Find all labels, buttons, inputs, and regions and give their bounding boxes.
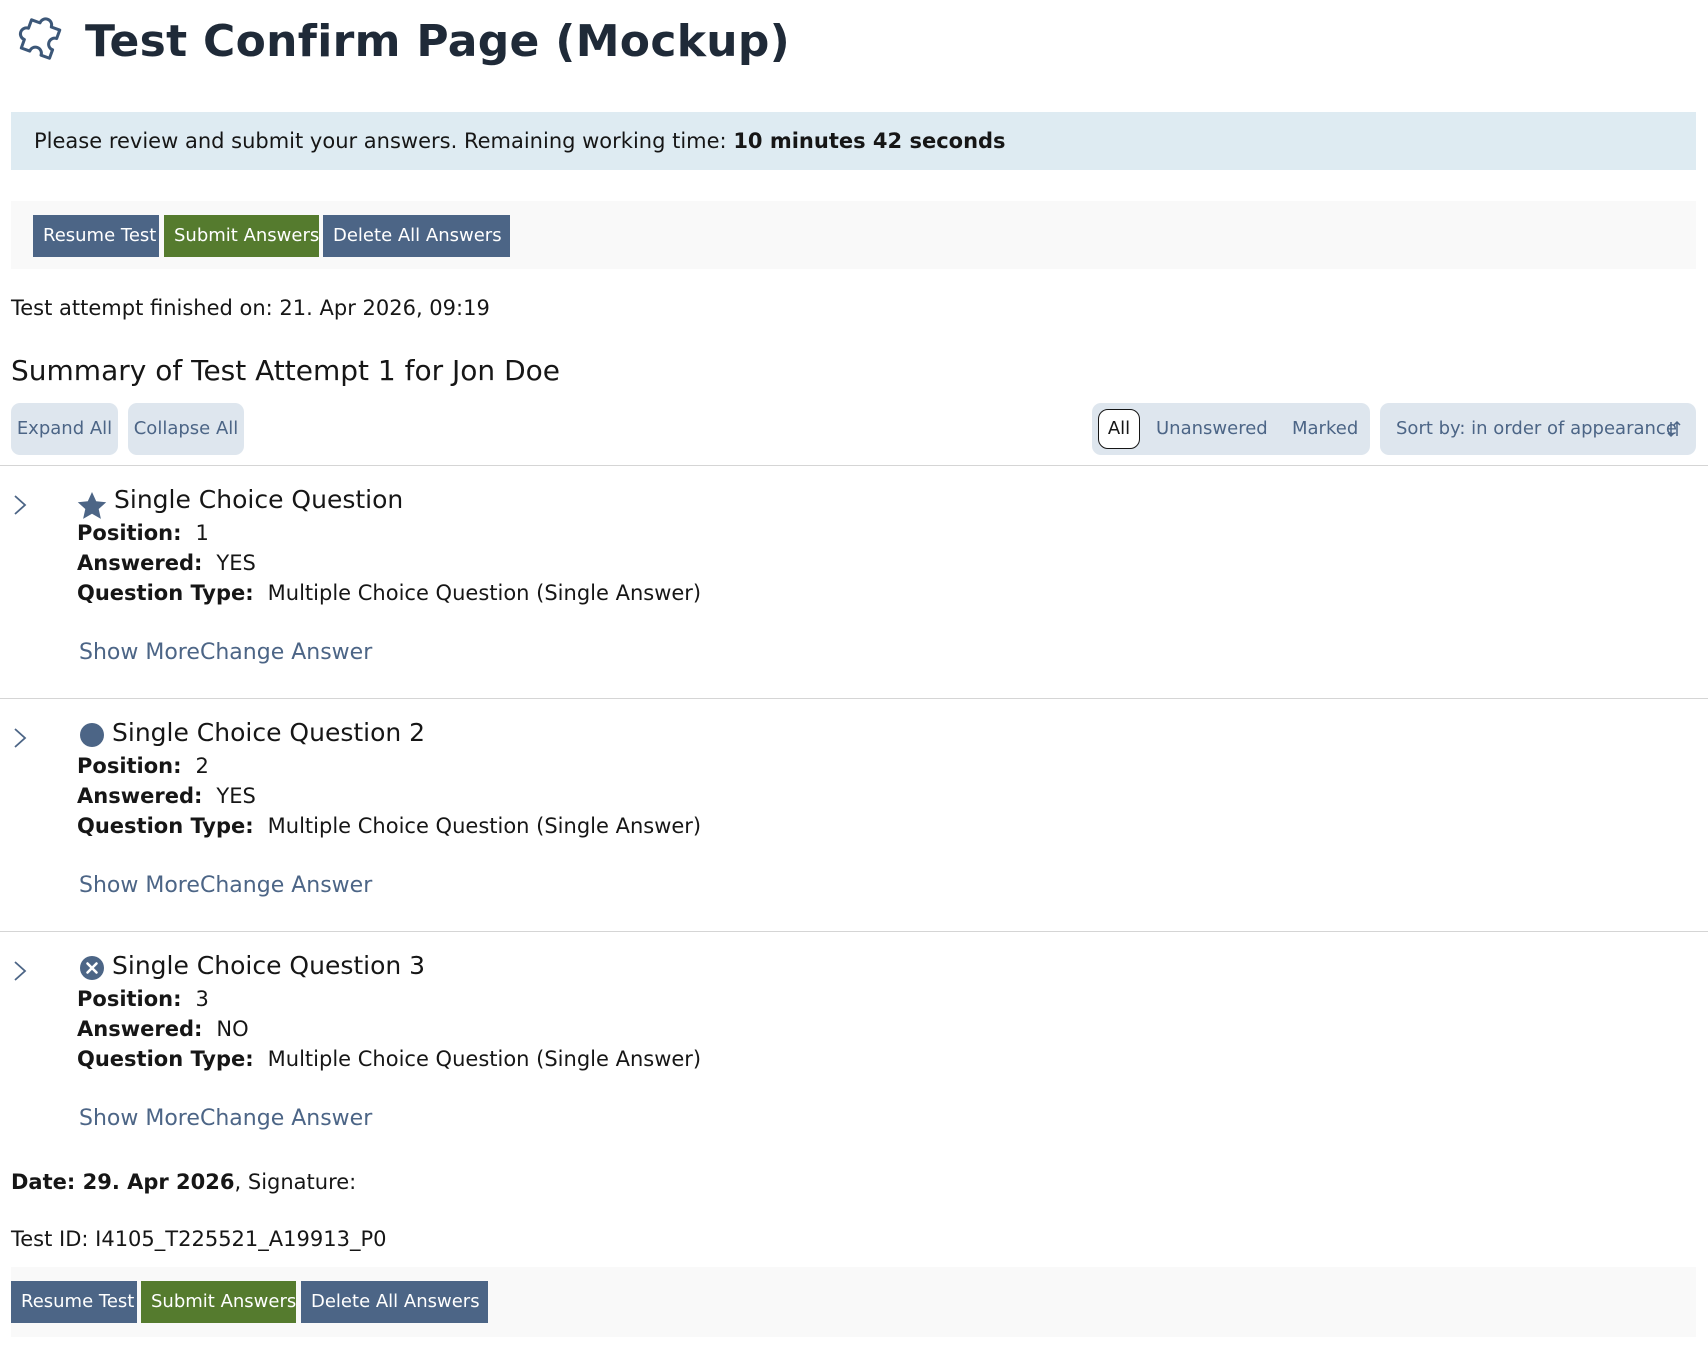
question-type-row: Question Type: Multiple Choice Question (…	[77, 581, 701, 605]
delete-all-answers-button[interactable]: Delete All Answers	[323, 215, 510, 257]
question-type-label: Question Type:	[77, 1047, 254, 1071]
filter-all[interactable]: All	[1098, 409, 1140, 449]
show-more-link[interactable]: Show More	[79, 1106, 200, 1131]
change-answer-link[interactable]: Change Answer	[200, 1106, 372, 1131]
question-title[interactable]: Single Choice Question 2	[112, 718, 425, 747]
change-answer-link[interactable]: Change Answer	[200, 640, 372, 665]
change-answer-link[interactable]: Change Answer	[200, 873, 372, 898]
info-text: Please review and submit your answers. R…	[34, 129, 1006, 153]
question-type-value: Multiple Choice Question (Single Answer)	[267, 581, 702, 605]
question-type-value: Multiple Choice Question (Single Answer)	[267, 814, 702, 838]
info-message: Please review and submit your answers. R…	[11, 112, 1696, 170]
info-prefix: Please review and submit your answers. R…	[34, 129, 727, 153]
answered-label: Answered:	[77, 784, 203, 808]
position-label: Position:	[77, 521, 182, 545]
filter-unanswered[interactable]: Unanswered	[1156, 403, 1268, 455]
chevron-right-icon[interactable]	[12, 959, 28, 983]
puzzle-piece-icon	[18, 17, 62, 60]
question-type-label: Question Type:	[77, 814, 254, 838]
answered-label: Answered:	[77, 1017, 203, 1041]
top-toolbar: Resume Test Submit Answers Delete All An…	[11, 201, 1696, 269]
position-row: Position: 1	[77, 521, 209, 545]
answered-row: Answered: NO	[77, 1017, 249, 1041]
position-value: 3	[195, 987, 209, 1011]
divider	[0, 931, 1708, 932]
question-title[interactable]: Single Choice Question 3	[112, 951, 425, 980]
remaining-time: 10 minutes 42 seconds	[733, 129, 1006, 153]
position-label: Position:	[77, 754, 182, 778]
sort-label: Sort by: in order of appearance	[1396, 418, 1677, 439]
resume-test-button[interactable]: Resume Test	[33, 215, 159, 257]
summary-title: Summary of Test Attempt 1 for Jon Doe	[11, 354, 560, 387]
answered-row: Answered: YES	[77, 551, 256, 575]
chevron-right-icon[interactable]	[12, 493, 28, 517]
resume-test-button[interactable]: Resume Test	[11, 1281, 137, 1323]
answered-value: YES	[216, 551, 256, 575]
signature-date-line: Date: 29. Apr 2026, Signature:	[11, 1170, 356, 1194]
x-circle-icon	[80, 956, 104, 980]
answered-row: Answered: YES	[77, 784, 256, 808]
page-header: Test Confirm Page (Mockup)	[11, 10, 790, 72]
signature-label: , Signature:	[234, 1170, 357, 1194]
chevron-right-icon[interactable]	[12, 726, 28, 750]
bottom-toolbar: Resume Test Submit Answers Delete All An…	[11, 1267, 1696, 1337]
sort-arrows-icon	[1667, 420, 1681, 438]
show-more-link[interactable]: Show More	[79, 640, 200, 665]
delete-all-answers-button[interactable]: Delete All Answers	[301, 1281, 488, 1323]
sort-button[interactable]: Sort by: in order of appearance	[1380, 403, 1696, 455]
position-row: Position: 2	[77, 754, 209, 778]
position-value: 2	[195, 754, 209, 778]
expand-all-button[interactable]: Expand All	[11, 403, 118, 455]
answered-value: NO	[216, 1017, 249, 1041]
question-title[interactable]: Single Choice Question	[114, 485, 403, 514]
test-id: Test ID: I4105_T225521_A19913_P0	[11, 1227, 387, 1251]
question-item: Single Choice Question 2 Position: 2 Answ…	[0, 716, 1708, 916]
submit-answers-button[interactable]: Submit Answers	[141, 1281, 296, 1323]
position-row: Position: 3	[77, 987, 209, 1011]
question-type-row: Question Type: Multiple Choice Question (…	[77, 1047, 701, 1071]
divider	[0, 698, 1708, 699]
attempt-finished-text: Test attempt finished on: 21. Apr 2026, …	[11, 296, 490, 320]
question-item: Single Choice Question Position: 1 Answer…	[0, 483, 1708, 683]
page-title: Test Confirm Page (Mockup)	[85, 15, 791, 67]
answered-label: Answered:	[77, 551, 203, 575]
question-type-value: Multiple Choice Question (Single Answer)	[267, 1047, 702, 1071]
question-type-label: Question Type:	[77, 581, 254, 605]
divider	[0, 465, 1708, 466]
answered-value: YES	[216, 784, 256, 808]
filled-circle-icon	[80, 723, 104, 747]
question-item: Single Choice Question 3 Position: 3 Answ…	[0, 949, 1708, 1149]
show-more-link[interactable]: Show More	[79, 873, 200, 898]
collapse-all-button[interactable]: Collapse All	[128, 403, 244, 455]
submit-answers-button[interactable]: Submit Answers	[164, 215, 319, 257]
star-icon	[77, 492, 107, 519]
question-type-row: Question Type: Multiple Choice Question (…	[77, 814, 701, 838]
date-label: Date: 29. Apr 2026	[11, 1170, 235, 1194]
filter-marked[interactable]: Marked	[1292, 403, 1358, 455]
position-label: Position:	[77, 987, 182, 1011]
filter-group: All Unanswered Marked	[1092, 403, 1370, 455]
position-value: 1	[195, 521, 209, 545]
